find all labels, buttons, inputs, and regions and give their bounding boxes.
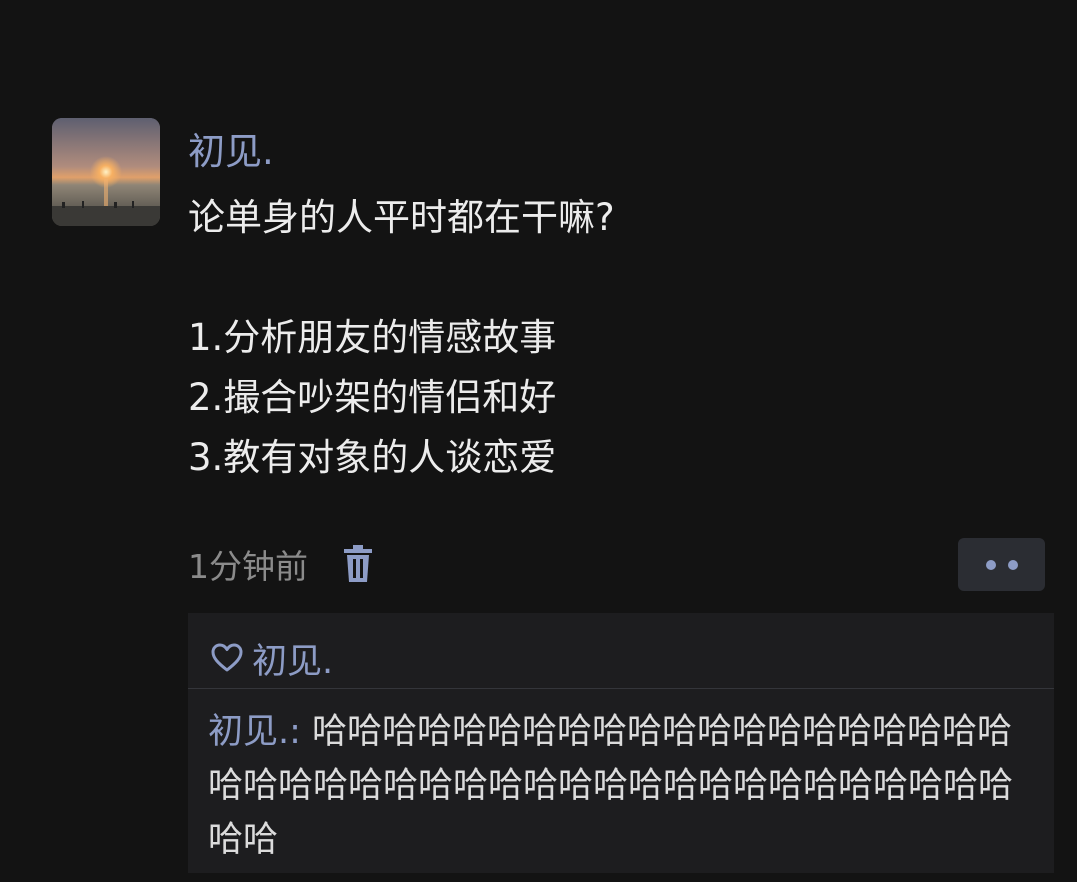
dot xyxy=(1007,559,1018,570)
content-line: 论单身的人平时都在干嘛? xyxy=(188,196,615,239)
content-line: 3.教有对象的人谈恋爱 xyxy=(188,436,557,479)
moment-post: 初见. 论单身的人平时都在干嘛? 1.分析朋友的情感故事 2.撮合吵架的情侣和好… xyxy=(0,0,1077,882)
comment-author[interactable]: 初见.: xyxy=(208,712,301,752)
avatar[interactable] xyxy=(52,118,160,226)
post-time: 1分钟前 xyxy=(188,547,308,586)
content-blank-line xyxy=(188,248,968,308)
likes-row: 初见. xyxy=(210,633,333,683)
dot xyxy=(985,559,996,570)
sunset-photo-icon xyxy=(52,118,160,226)
comment-text: 哈哈哈哈哈哈哈哈哈哈哈哈哈哈哈哈哈哈哈哈哈哈哈哈哈哈哈哈哈哈哈哈哈哈哈哈哈哈哈哈… xyxy=(208,712,1014,860)
likes-comments-panel: 初见. 初见.: 哈哈哈哈哈哈哈哈哈哈哈哈哈哈哈哈哈哈哈哈哈哈哈哈哈哈哈哈哈哈哈… xyxy=(188,613,1054,873)
more-dots-icon[interactable] xyxy=(958,538,1045,591)
post-content: 论单身的人平时都在干嘛? 1.分析朋友的情感故事 2.撮合吵架的情侣和好 3.教… xyxy=(188,188,968,488)
post-meta: 1分钟前 xyxy=(188,540,374,588)
content-line: 1.分析朋友的情感故事 xyxy=(188,316,557,359)
content-line: 2.撮合吵架的情侣和好 xyxy=(188,376,557,419)
like-name[interactable]: 初见. xyxy=(252,633,333,684)
heart-icon xyxy=(211,643,243,672)
trash-icon[interactable] xyxy=(342,544,374,584)
post-author[interactable]: 初见. xyxy=(188,128,274,176)
comment-item[interactable]: 初见.: 哈哈哈哈哈哈哈哈哈哈哈哈哈哈哈哈哈哈哈哈哈哈哈哈哈哈哈哈哈哈哈哈哈哈哈… xyxy=(208,705,1028,867)
divider xyxy=(188,688,1054,689)
